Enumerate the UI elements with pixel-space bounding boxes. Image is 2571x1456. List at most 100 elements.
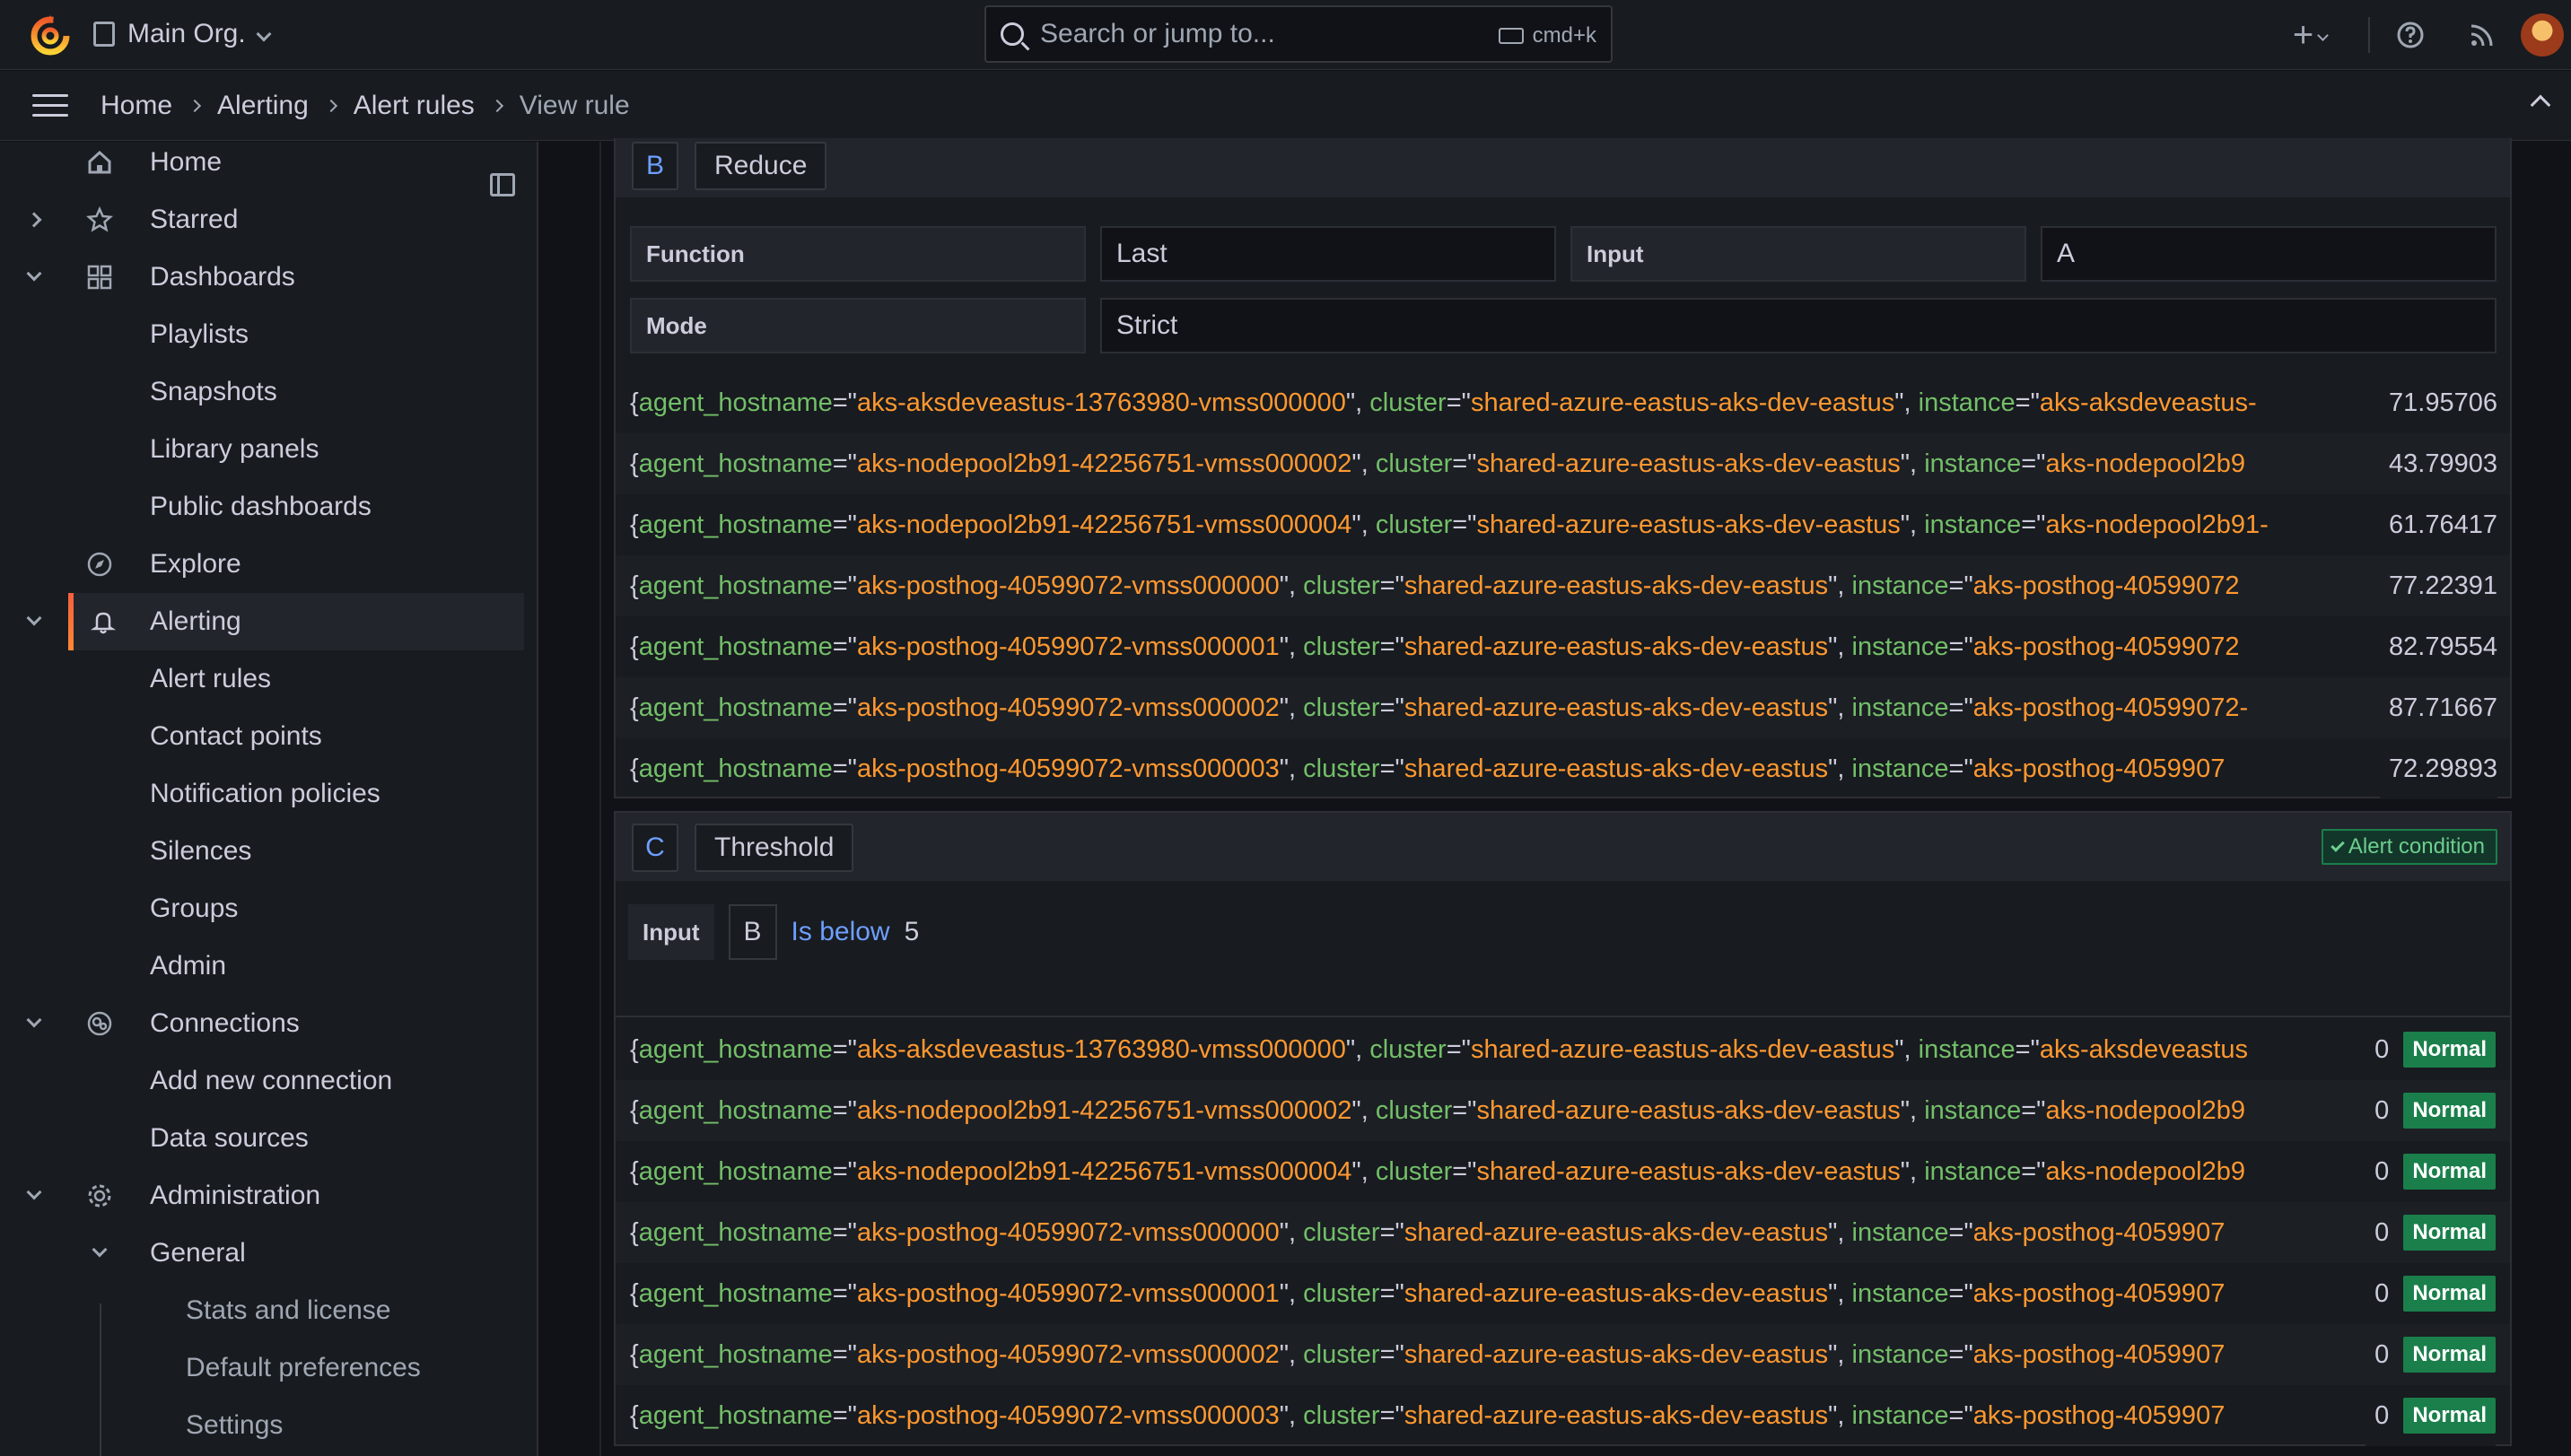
label-key: agent_hostname [638,510,833,539]
sidebar-item-data-sources[interactable]: Data sources [0,1110,537,1167]
sidebar-item-contact-points[interactable]: Contact points [0,708,537,765]
sidebar-item-default-preferences[interactable]: Default preferences [0,1339,537,1397]
sidebar-item-label: Default preferences [186,1353,421,1382]
org-name: Main Org. [127,19,246,48]
status-badge: Normal [2403,1276,2496,1312]
bell-icon [90,608,117,635]
sidebar: Home Starred Dashboards Playlists Snapshots L… [0,142,538,1456]
series-row: {agent_hostname="aks-nodepool2b91-422567… [616,1080,2510,1141]
label-value: aks-posthog-40599072-vmss000001 [856,632,1280,661]
sidebar-item-add-new-connection[interactable]: Add new connection [0,1052,537,1110]
label-key: instance [1851,571,1949,600]
breadcrumb-view-rule: View rule [519,91,630,120]
series-labels: {agent_hostname="aks-nodepool2b91-422567… [630,449,2245,478]
grafana-logo-icon[interactable] [27,12,74,58]
sidebar-item-label: General [150,1238,246,1268]
series-labels: {agent_hostname="aks-nodepool2b91-422567… [630,1156,2245,1186]
label-key: cluster [1375,1095,1453,1125]
sidebar-item-home[interactable]: Home [0,142,537,191]
series-labels: {agent_hostname="aks-posthog-40599072-vm… [630,693,2249,722]
new-button[interactable]: + [2278,0,2341,70]
sidebar-item-snapshots[interactable]: Snapshots [0,363,537,421]
keyboard-icon [1498,28,1524,44]
sidebar-item-label: Snapshots [150,377,277,406]
label-key: agent_hostname [638,1400,833,1430]
label-value: aks-posthog-40599072-vmss000003 [856,754,1280,783]
series-labels: {agent_hostname="aks-posthog-40599072-vm… [630,1400,2226,1430]
sidebar-item-admin[interactable]: Admin [0,937,537,995]
label-key: cluster [1369,388,1447,417]
series-row: {agent_hostname="aks-posthog-40599072-vm… [616,1385,2510,1446]
label-key: instance [1924,1156,2022,1186]
label-value: aks-posthog-4059907 [1972,1217,2226,1247]
chevron-down-icon[interactable] [26,1012,42,1028]
chevron-down-icon[interactable] [26,266,42,282]
reduce-expression-panel: B Reduce Function Last Input A Mode Stri… [614,138,2512,799]
sidebar-item-notification-policies[interactable]: Notification policies [0,765,537,823]
label-value: aks-posthog-40599072-vmss000000 [856,571,1280,600]
sidebar-item-label: Home [150,147,223,177]
label-value: aks-posthog-40599072-vmss000002 [856,693,1280,722]
chevron-down-icon[interactable] [26,1184,42,1200]
chevron-right-icon[interactable] [26,212,42,228]
label-key: instance [1851,693,1949,722]
threshold-condition: Input B Is below 5 [628,904,919,960]
breadcrumb-home[interactable]: Home [101,91,172,121]
series-row: {agent_hostname="aks-posthog-40599072-vm… [616,738,2510,799]
sidebar-item-label: Alerting [150,606,241,636]
label-value: aks-posthog-40599072 [1972,571,2240,600]
dock-menu-icon[interactable] [490,173,515,196]
label-value: aks-aksdeveastus [2039,1034,2249,1064]
breadcrumb-alerting[interactable]: Alerting [217,91,309,121]
chevron-down-icon[interactable] [26,610,42,626]
sidebar-item-general[interactable]: General [0,1225,537,1282]
sidebar-item-playlists[interactable]: Playlists [0,306,537,363]
label-key: instance [1918,1034,2016,1064]
series-row: {agent_hostname="aks-posthog-40599072-vm… [616,1202,2510,1263]
label-key: instance [1851,1278,1949,1308]
label-value: aks-nodepool2b91-42256751-vmss000002 [856,449,1352,478]
label-value: shared-azure-eastus-aks-dev-eastus [1470,388,1895,417]
sidebar-item-starred[interactable]: Starred [0,191,537,248]
sidebar-item-label: Add new connection [150,1066,393,1095]
sidebar-item-settings[interactable]: Settings [0,1397,537,1454]
expression-ref: B [632,142,678,190]
sidebar-item-groups[interactable]: Groups [0,880,537,937]
sidebar-item-administration[interactable]: Administration [0,1167,537,1225]
breadcrumb-alert-rules[interactable]: Alert rules [354,91,475,121]
sidebar-item-alert-rules[interactable]: Alert rules [0,650,537,708]
series-value: 0 [2374,1217,2390,1247]
status-badge: Normal [2403,1154,2496,1190]
profile-button[interactable] [2514,0,2571,70]
series-labels: {agent_hostname="aks-nodepool2b91-422567… [630,1095,2245,1125]
search-input[interactable]: Search or jump to... cmd+k [984,5,1613,63]
expression-ref: C [632,824,678,872]
label-key: agent_hostname [638,388,833,417]
expression-type: Reduce [695,142,827,190]
series-row: {agent_hostname="aks-posthog-40599072-vm… [616,616,2510,677]
function-label: Function [630,226,1086,282]
sidebar-item-dashboards[interactable]: Dashboards [0,248,537,306]
label-key: cluster [1369,1034,1447,1064]
sidebar-item-stats-and-license[interactable]: Stats and license [0,1282,537,1339]
chevron-up-icon[interactable] [2530,94,2551,116]
menu-toggle-icon[interactable] [32,94,68,119]
help-button[interactable] [2370,0,2451,70]
sidebar-item-library-panels[interactable]: Library panels [0,421,537,478]
sidebar-item-alerting[interactable]: Alerting [26,593,524,650]
sidebar-item-public-dashboards[interactable]: Public dashboards [0,478,537,536]
top-bar: Main Org. Search or jump to... cmd+k + [0,0,2571,70]
series-value: 0 [2374,1278,2390,1308]
news-button[interactable] [2451,0,2514,70]
label-key: agent_hostname [638,754,833,783]
panel-header: C Threshold Alert condition [616,813,2510,881]
series-labels: {agent_hostname="aks-posthog-40599072-vm… [630,571,2240,600]
chevron-down-icon[interactable] [92,1242,108,1258]
sidebar-item-explore[interactable]: Explore [0,536,537,593]
label-value: shared-azure-eastus-aks-dev-eastus [1404,754,1829,783]
series-result: 0 Normal [2365,1080,2496,1141]
org-switcher[interactable]: Main Org. [93,16,272,52]
label-key: instance [1851,1339,1949,1369]
sidebar-item-silences[interactable]: Silences [0,823,537,880]
sidebar-item-connections[interactable]: Connections [0,995,537,1052]
